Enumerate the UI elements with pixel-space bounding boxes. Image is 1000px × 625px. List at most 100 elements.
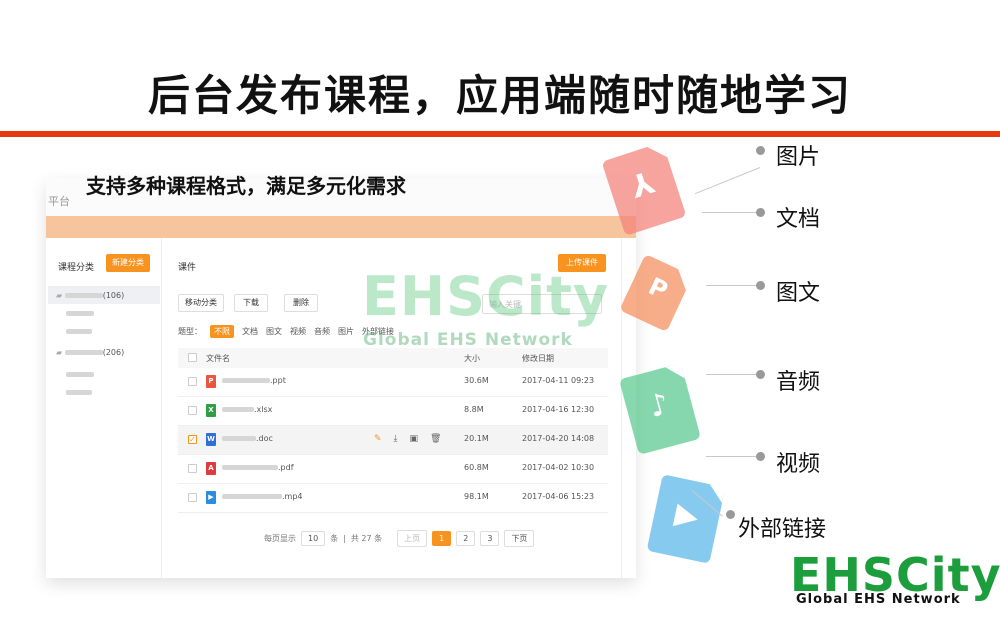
file-date: 2017-04-06 15:23 [522, 492, 595, 501]
label-image: 图片 [776, 145, 821, 170]
watermark-logo: EHSCity [362, 265, 610, 328]
file-date: 2017-04-16 12:30 [522, 405, 595, 414]
download-icon[interactable]: ⤓ [394, 434, 398, 444]
table-row[interactable]: P .ppt 30.6M 2017-04-11 09:23 [178, 368, 608, 397]
slide: 后台发布课程，应用端随时随地学习 平台 课程分类 新建分类 ▰ (106) ▰ … [0, 0, 1000, 625]
row-checkbox[interactable] [188, 406, 197, 415]
folder-icon: ▰ [56, 291, 63, 300]
leader-line [694, 167, 761, 195]
table-row[interactable]: X .xlsx 8.8M 2017-04-16 12:30 [178, 397, 608, 426]
sidebar-header: 课程分类 [58, 263, 95, 273]
sidebar-item-sub-3[interactable] [66, 370, 94, 379]
row-checkbox[interactable] [188, 377, 197, 386]
type-document[interactable]: 文档 [242, 326, 258, 337]
edit-icon[interactable]: ✎ [374, 434, 382, 444]
ppt-icon: P [206, 375, 216, 388]
file-name: .doc [256, 434, 273, 443]
file-name: .ppt [270, 376, 286, 385]
delete-button[interactable]: 删除 [284, 294, 318, 312]
label-document: 文档 [776, 207, 821, 232]
bullet-dot [726, 510, 735, 519]
select-all-checkbox[interactable] [188, 353, 197, 362]
row-checkbox[interactable] [188, 493, 197, 502]
app-banner [46, 216, 636, 238]
label-audio: 音频 [776, 370, 821, 395]
type-video[interactable]: 视频 [290, 326, 306, 337]
page-2-button[interactable]: 2 [456, 531, 476, 546]
leader-line [706, 285, 758, 286]
slide-title: 后台发布课程，应用端随时随地学习 [147, 71, 852, 120]
pagination: 每页显示 10 条 | 共 27 条 上页 1 2 3 下页 [264, 530, 535, 547]
trash-icon[interactable]: 🗑 [430, 434, 441, 444]
bullet-dot [756, 452, 765, 461]
watermark-tagline: Global EHS Network [363, 330, 573, 350]
type-filter-label: 题型： [178, 327, 202, 336]
file-date: 2017-04-02 10:30 [522, 463, 595, 472]
leader-line [702, 212, 758, 213]
mp4-icon: ▶ [206, 491, 216, 504]
per-page-input[interactable]: 10 [301, 531, 326, 546]
slide-subtitle: 支持多种课程格式，满足多元化需求 [86, 174, 406, 198]
bullet-dot [756, 281, 765, 290]
file-size: 30.6M [464, 376, 489, 385]
doc-icon: W [206, 433, 216, 446]
col-date: 修改日期 [522, 354, 554, 363]
per-page-suffix: 条 [330, 534, 339, 543]
file-date: 2017-04-20 14:08 [522, 434, 595, 443]
file-name: .mp4 [282, 492, 303, 501]
bullet-dot [756, 208, 765, 217]
table-row[interactable]: ✓ W .doc ✎ ⤓ ▣ 🗑 20.1M 2017-04-20 14:08 [178, 426, 608, 455]
page-1-button[interactable]: 1 [432, 531, 452, 546]
sidebar-item-sub-2[interactable] [66, 327, 92, 336]
col-name: 文件名 [206, 354, 230, 363]
sidebar-item-category-2[interactable]: ▰ (206) [56, 348, 124, 357]
label-external-link: 外部链接 [738, 517, 827, 542]
table-row[interactable]: A .pdf 60.8M 2017-04-02 10:30 [178, 455, 608, 484]
move-category-button[interactable]: 移动分类 [178, 294, 224, 312]
row-checkbox[interactable] [188, 464, 197, 473]
file-size: 98.1M [464, 492, 489, 501]
bullet-dot [756, 146, 765, 155]
pdf-icon: A [206, 462, 216, 475]
platform-label: 平台 [48, 195, 70, 208]
file-name: .xlsx [254, 405, 273, 414]
row-checkbox[interactable]: ✓ [188, 435, 197, 444]
type-audio[interactable]: 音频 [314, 326, 330, 337]
sidebar-item-sub-4[interactable] [66, 388, 92, 397]
xlsx-icon: X [206, 404, 216, 417]
sidebar-item-category-1[interactable]: ▰ (106) [48, 286, 160, 304]
file-size: 8.8M [464, 405, 484, 414]
leader-line [706, 374, 758, 375]
per-page-prefix: 每页显示 [264, 534, 296, 543]
category-sidebar: 课程分类 新建分类 ▰ (106) ▰ (206) [46, 238, 162, 578]
col-size: 大小 [464, 354, 480, 363]
label-video: 视频 [776, 452, 821, 477]
type-all[interactable]: 不限 [210, 325, 234, 338]
type-image[interactable]: 图片 [338, 326, 354, 337]
prev-page-button[interactable]: 上页 [397, 530, 428, 547]
leader-line [706, 456, 758, 457]
download-button[interactable]: 下载 [234, 294, 268, 312]
title-divider [0, 131, 1000, 137]
file-name: .pdf [278, 463, 294, 472]
page-3-button[interactable]: 3 [480, 531, 500, 546]
file-date: 2017-04-11 09:23 [522, 376, 595, 385]
folder-icon: ▰ [56, 348, 63, 357]
new-category-button[interactable]: 新建分类 [106, 254, 150, 272]
ehscity-tagline: Global EHS Network [796, 592, 961, 607]
file-size: 20.1M [464, 434, 489, 443]
table-row[interactable]: ▶ .mp4 98.1M 2017-04-06 15:23 [178, 484, 608, 513]
ehscity-logo: EHSCity [790, 548, 1000, 602]
type-image-text[interactable]: 图文 [266, 326, 282, 337]
sidebar-item-sub-1[interactable] [66, 309, 94, 318]
app-screenshot: 平台 课程分类 新建分类 ▰ (106) ▰ (206) 课件 上传课件 移动分… [46, 178, 636, 578]
bullet-dot [756, 370, 765, 379]
label-image-text: 图文 [776, 281, 821, 306]
courseware-title: 课件 [178, 263, 197, 273]
video-file-type-icon: ▶ [646, 474, 726, 564]
file-size: 60.8M [464, 463, 489, 472]
folder-icon[interactable]: ▣ [410, 434, 419, 444]
total-count: 共 27 条 [350, 534, 383, 543]
file-table-header: 文件名 大小 修改日期 [178, 348, 608, 368]
next-page-button[interactable]: 下页 [504, 530, 535, 547]
